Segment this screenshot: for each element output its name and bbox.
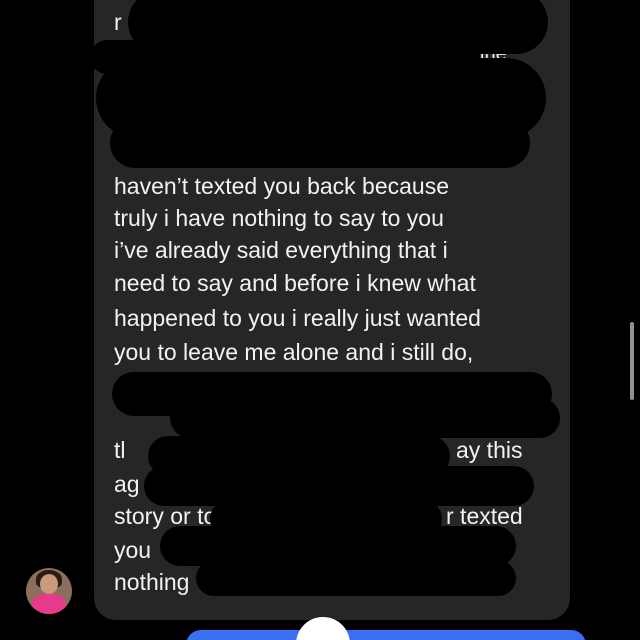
message-line-fragment-5: ag xyxy=(114,471,140,497)
message-line: happened to you i really just wanted xyxy=(114,305,481,331)
redaction-mark xyxy=(170,398,560,438)
scroll-to-bottom-button[interactable] xyxy=(296,617,350,640)
avatar-face xyxy=(40,574,58,594)
message-line-fragment-3: tl xyxy=(114,437,126,463)
message-line: truly i have nothing to say to you xyxy=(114,205,444,231)
chat-screen: r ine haven’t texted you back because tr… xyxy=(0,0,640,640)
scroll-indicator[interactable] xyxy=(630,322,634,400)
message-line-fragment-8: you xyxy=(114,537,152,563)
redaction-mark xyxy=(110,118,530,168)
message-line: i’ve already said everything that i xyxy=(114,237,448,263)
message-line: need to say and before i knew what xyxy=(114,270,476,296)
message-line: you to leave me alone and i still do, xyxy=(114,339,474,365)
message-line-fragment-9: nothing xyxy=(114,569,190,595)
message-line-fragment-4: ay this xyxy=(456,437,523,463)
message-line-fragment-1: r xyxy=(114,9,122,35)
avatar-shirt xyxy=(32,594,66,614)
message-line: haven’t texted you back because xyxy=(114,173,450,199)
redaction-mark xyxy=(196,560,516,596)
sender-avatar[interactable] xyxy=(26,568,72,614)
scroll-to-bottom-bar[interactable] xyxy=(186,630,586,640)
